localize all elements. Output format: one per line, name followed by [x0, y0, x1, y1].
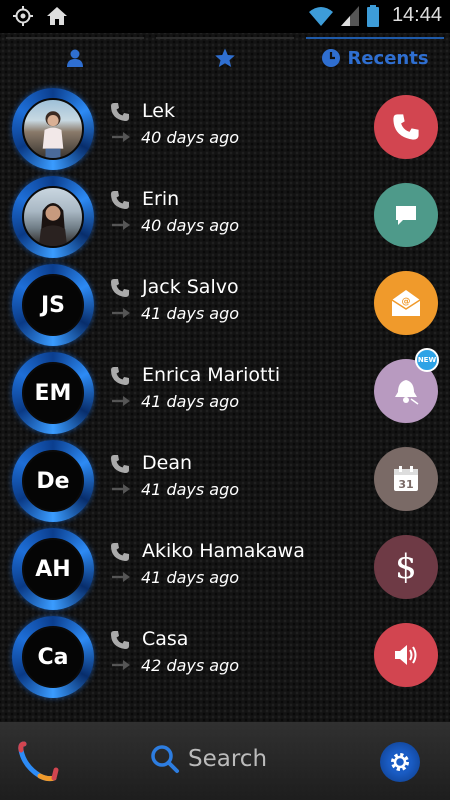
- avatar: [12, 176, 94, 258]
- wifi-icon: [308, 6, 333, 26]
- call-log-phone-icon: [111, 631, 129, 649]
- search-icon: [151, 745, 179, 773]
- calendar-day: 31: [398, 478, 413, 491]
- avatar: AH: [12, 528, 94, 610]
- outgoing-arrow-icon: [112, 660, 130, 670]
- avatar-initials: EM: [22, 362, 84, 424]
- clock-time: 14:44: [391, 4, 442, 26]
- speaker-button[interactable]: [374, 623, 438, 687]
- outgoing-arrow-icon: [112, 484, 130, 494]
- status-bar: 14:44: [0, 0, 450, 33]
- avatar-initials: De: [22, 450, 84, 512]
- alarm-icon: [395, 380, 419, 405]
- tab-bar: Recents: [0, 33, 450, 83]
- tab-contacts[interactable]: [0, 33, 150, 83]
- dollar-icon: $: [395, 547, 417, 587]
- avatar-initials: AH: [22, 538, 84, 600]
- outgoing-arrow-icon: [112, 572, 130, 582]
- settings-gear-icon: [391, 753, 409, 771]
- list-item[interactable]: Erin 40 days ago: [0, 176, 450, 264]
- tab-recents[interactable]: Recents: [300, 33, 450, 83]
- person-icon: [67, 49, 83, 67]
- speaker-icon: [395, 645, 417, 665]
- contact-name: Akiko Hamakawa: [142, 540, 305, 562]
- call-log-phone-icon: [111, 367, 129, 385]
- list-item[interactable]: AH Akiko Hamakawa 41 days ago $: [0, 528, 450, 616]
- star-icon: [215, 48, 235, 67]
- contact-name: Lek: [142, 100, 175, 122]
- tab-underline: [6, 37, 144, 39]
- calendar-button[interactable]: 31: [374, 447, 438, 511]
- call-log-phone-icon: [111, 279, 129, 297]
- home-icon: [47, 7, 67, 25]
- call-time: 41 days ago: [141, 392, 240, 411]
- list-item[interactable]: JS Jack Salvo 41 days ago @: [0, 264, 450, 352]
- outgoing-arrow-icon: [112, 132, 130, 142]
- call-time: 41 days ago: [141, 568, 240, 587]
- email-icon: @: [391, 290, 421, 316]
- status-right: 14:44: [308, 4, 442, 27]
- contact-name: Dean: [142, 452, 193, 474]
- outgoing-arrow-icon: [112, 220, 130, 230]
- call-time: 40 days ago: [141, 216, 240, 235]
- settings-button[interactable]: [380, 742, 420, 782]
- outgoing-arrow-icon: [112, 308, 130, 318]
- avatar-initials: Ca: [22, 626, 84, 688]
- svg-text:@: @: [402, 297, 411, 307]
- clock-icon: [322, 49, 341, 67]
- call-time: 41 days ago: [141, 480, 240, 499]
- search-box[interactable]: Search: [150, 744, 267, 774]
- list-item[interactable]: Lek 40 days ago: [0, 88, 450, 176]
- message-button[interactable]: [374, 183, 438, 247]
- list-item[interactable]: Ca Casa 42 days ago: [0, 616, 450, 704]
- bottom-bar: Search: [0, 722, 450, 800]
- calendar-icon: 31: [394, 466, 418, 491]
- call-time: 42 days ago: [141, 656, 240, 675]
- avatar-initials: JS: [22, 274, 84, 336]
- contact-name: Casa: [142, 628, 189, 650]
- message-icon: [396, 206, 416, 225]
- avatar-photo: [22, 186, 84, 248]
- call-time: 40 days ago: [141, 128, 240, 147]
- call-log-phone-icon: [111, 455, 129, 473]
- tab-label-recents: Recents: [347, 47, 429, 69]
- contact-name: Jack Salvo: [142, 276, 239, 298]
- call-log-phone-icon: [111, 191, 129, 209]
- avatar-photo: [22, 98, 84, 160]
- search-placeholder: Search: [188, 746, 268, 772]
- call-log-phone-icon: [111, 543, 129, 561]
- dialer-logo-icon[interactable]: [18, 740, 60, 782]
- list-item[interactable]: EM Enrica Mariotti 41 days ago NEW: [0, 348, 450, 440]
- call-log-phone-icon: [111, 103, 129, 121]
- battery-icon: [366, 4, 379, 27]
- person-photo-icon: [38, 202, 68, 246]
- avatar: EM: [12, 352, 94, 434]
- avatar: [12, 88, 94, 170]
- avatar: De: [12, 440, 94, 522]
- contact-name: Erin: [142, 188, 180, 210]
- call-time: 41 days ago: [141, 304, 240, 323]
- contact-name: Enrica Mariotti: [142, 364, 281, 386]
- gps-icon: [13, 6, 33, 26]
- avatar: JS: [12, 264, 94, 346]
- tab-underline: [306, 37, 444, 39]
- payment-button[interactable]: $: [374, 535, 438, 599]
- call-button[interactable]: [374, 95, 438, 159]
- list-item[interactable]: De Dean 41 days ago 31: [0, 440, 450, 528]
- signal-icon: [340, 5, 359, 26]
- outgoing-arrow-icon: [112, 396, 130, 406]
- new-badge: NEW: [415, 348, 439, 372]
- tab-underline: [156, 37, 294, 39]
- phone-icon: [393, 114, 419, 140]
- tab-favorites[interactable]: [150, 33, 300, 83]
- email-button[interactable]: @: [374, 271, 438, 335]
- avatar: Ca: [12, 616, 94, 698]
- status-left: [12, 5, 68, 27]
- person-photo-icon: [42, 111, 64, 158]
